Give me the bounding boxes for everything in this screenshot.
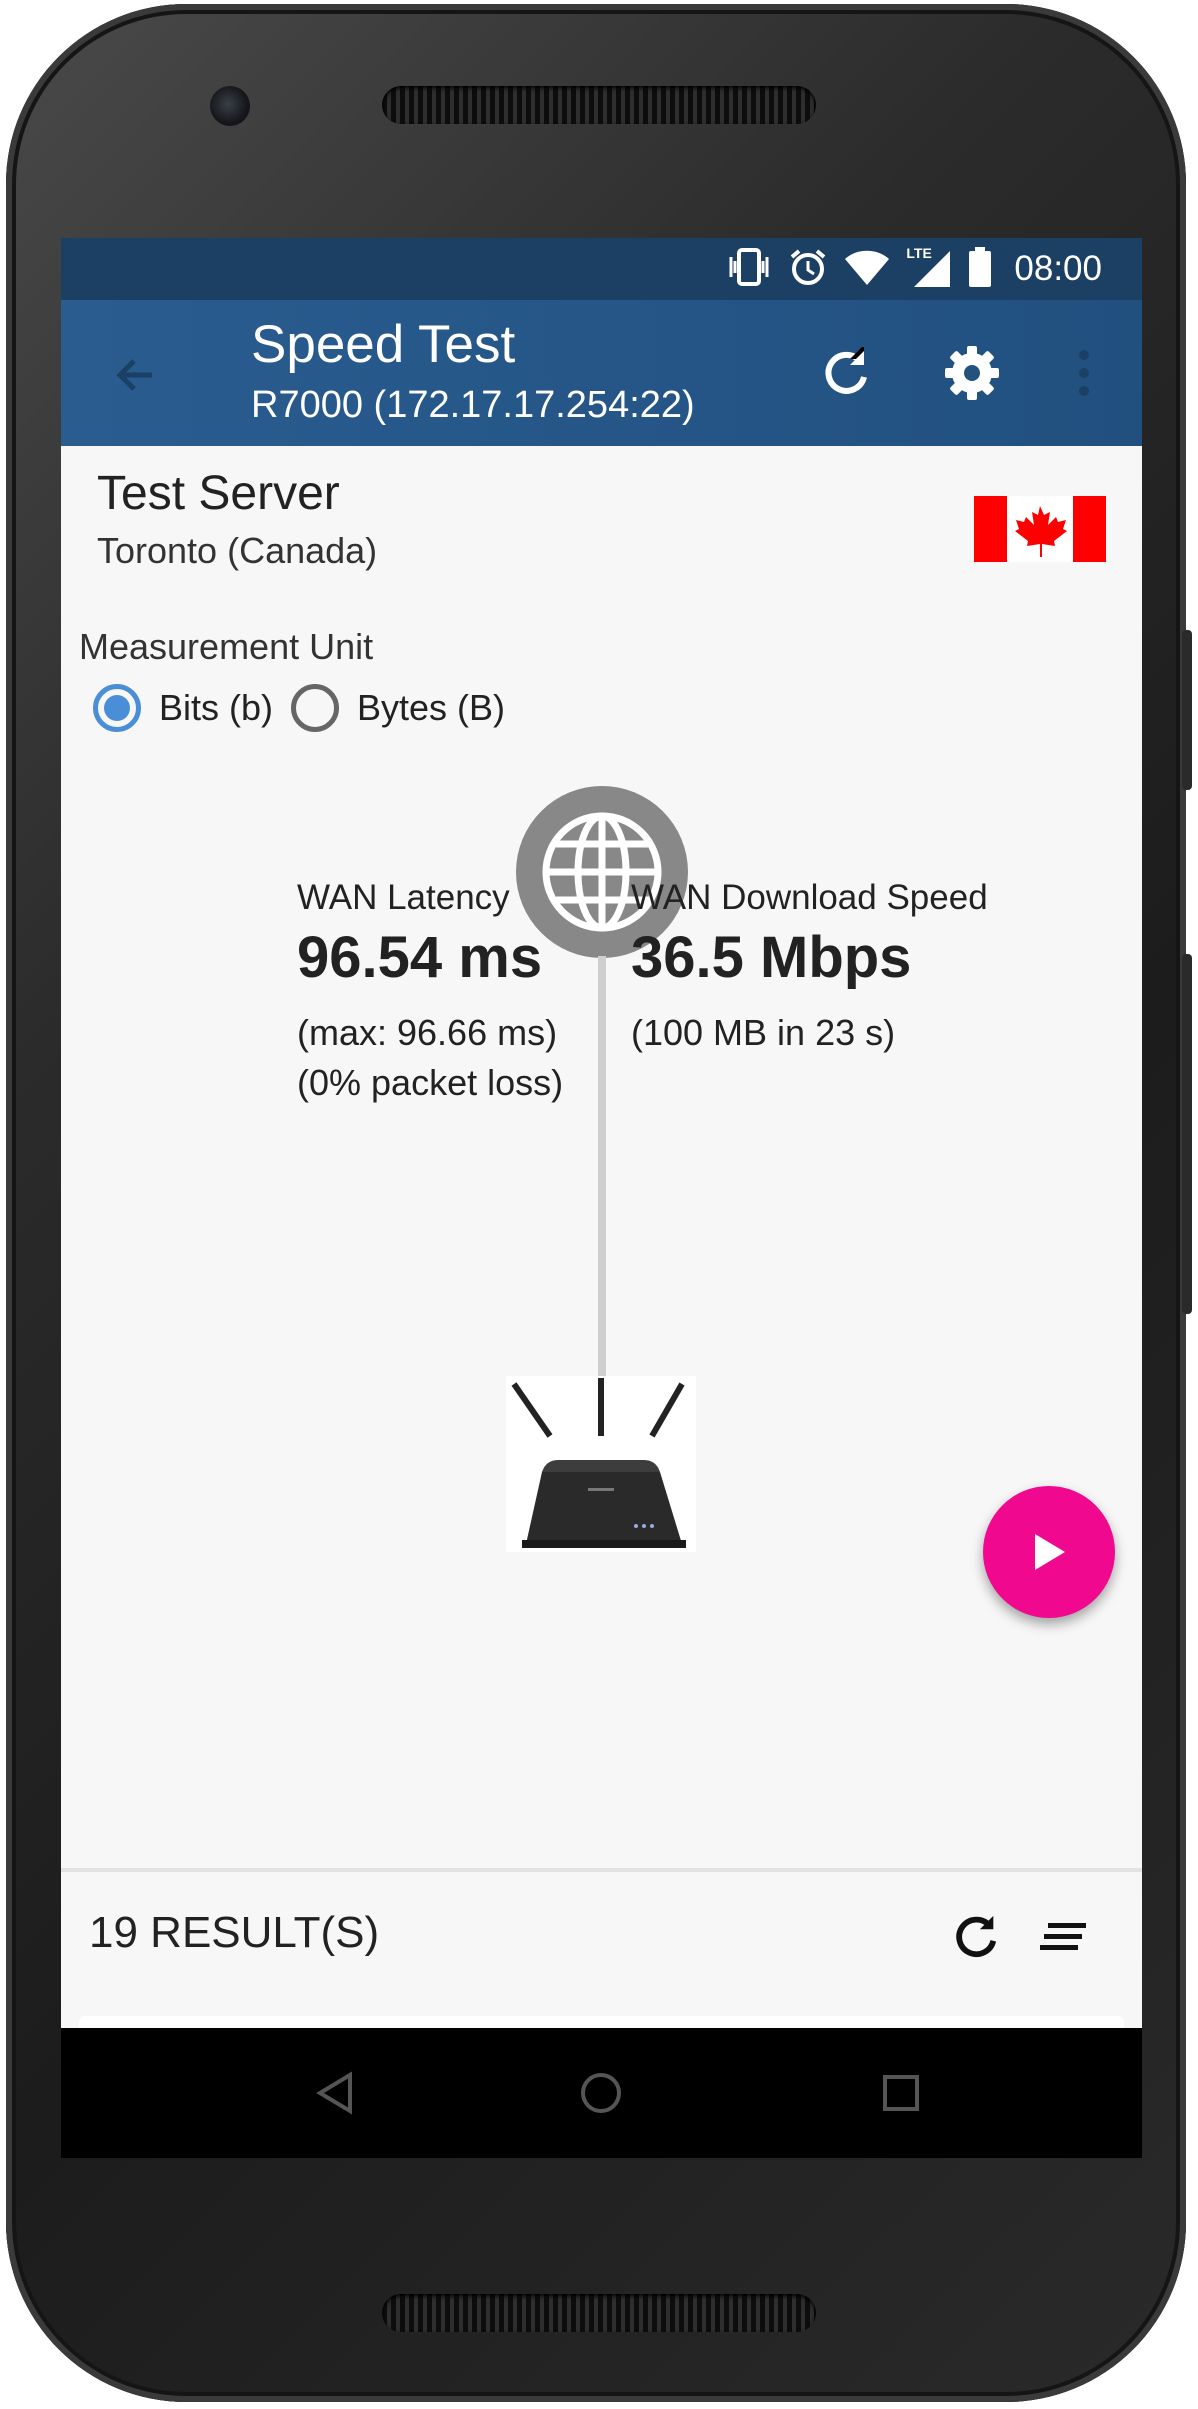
volume-button — [1182, 954, 1192, 1314]
start-test-button[interactable] — [983, 1486, 1115, 1618]
overflow-menu-button[interactable] — [1061, 338, 1107, 408]
settings-gear-icon — [945, 346, 999, 400]
latency-value: 96.54 ms — [297, 925, 543, 990]
download-detail: (100 MB in 23 s) — [631, 1012, 896, 1053]
app-bar: Speed Test R7000 (172.17.17.254:22) — [61, 300, 1142, 446]
router-image — [506, 1376, 696, 1552]
status-time: 08:00 — [1014, 249, 1102, 288]
power-button — [1182, 630, 1192, 790]
bits-radio[interactable] — [93, 684, 141, 732]
back-button[interactable] — [101, 340, 171, 410]
results-sort-button[interactable] — [1029, 1902, 1099, 1972]
play-icon — [1035, 1534, 1065, 1570]
speed-test-content: Test Server Toronto (Canada) Measurement… — [61, 446, 1142, 1868]
bits-radio-label[interactable]: Bits (b) — [159, 687, 273, 729]
measurement-unit-group: Bits (b) Bytes (B) — [93, 684, 523, 732]
recents-square-icon — [883, 2075, 919, 2111]
nav-back-button[interactable] — [301, 2058, 371, 2128]
earpiece-speaker — [382, 86, 816, 124]
refresh-button[interactable] — [811, 338, 881, 408]
status-bar: LTE 08:00 — [61, 238, 1142, 300]
results-count: 19 RESULT(S) — [89, 1908, 380, 1957]
measurement-unit-label: Measurement Unit — [79, 626, 374, 667]
lte-signal-icon: LTE — [906, 245, 952, 289]
phone-frame: LTE 08:00 Speed Test R7000 (172.17.17.25… — [6, 4, 1192, 2402]
settings-button[interactable] — [937, 338, 1007, 408]
back-arrow-icon — [116, 359, 152, 391]
connection-line — [598, 956, 606, 1376]
back-triangle-icon — [316, 2071, 352, 2115]
latency-max: (max: 96.66 ms) — [297, 1012, 558, 1053]
results-bar: 19 RESULT(S) — [61, 1868, 1142, 2022]
wifi-icon — [844, 247, 890, 291]
server-title: Test Server — [97, 467, 340, 520]
canada-flag-icon — [974, 496, 1106, 562]
vibrate-icon — [726, 247, 772, 291]
home-circle-icon — [581, 2073, 621, 2113]
nav-home-button[interactable] — [566, 2058, 636, 2128]
front-camera — [210, 86, 250, 126]
battery-icon — [968, 247, 992, 291]
page-title: Speed Test — [251, 315, 516, 374]
refresh-icon — [956, 1915, 997, 1958]
page-subtitle: R7000 (172.17.17.254:22) — [251, 384, 695, 426]
server-location: Toronto (Canada) — [97, 530, 378, 571]
refresh-icon — [825, 347, 867, 394]
lte-label: LTE — [906, 245, 932, 261]
more-vert-icon — [1079, 350, 1089, 396]
nav-recents-button[interactable] — [866, 2058, 936, 2128]
sort-icon — [1040, 1923, 1086, 1950]
latency-label: WAN Latency — [297, 878, 510, 917]
bytes-radio[interactable] — [291, 684, 340, 732]
download-label: WAN Download Speed — [631, 878, 988, 917]
latency-packet-loss: (0% packet loss) — [297, 1062, 564, 1103]
screen: LTE 08:00 Speed Test R7000 (172.17.17.25… — [61, 238, 1142, 2158]
results-refresh-button[interactable] — [941, 1902, 1011, 1972]
alarm-icon — [788, 247, 828, 291]
navigation-bar — [61, 2028, 1142, 2158]
bytes-radio-label[interactable]: Bytes (B) — [357, 687, 505, 729]
bottom-speaker — [382, 2294, 816, 2332]
download-value: 36.5 Mbps — [631, 925, 912, 990]
